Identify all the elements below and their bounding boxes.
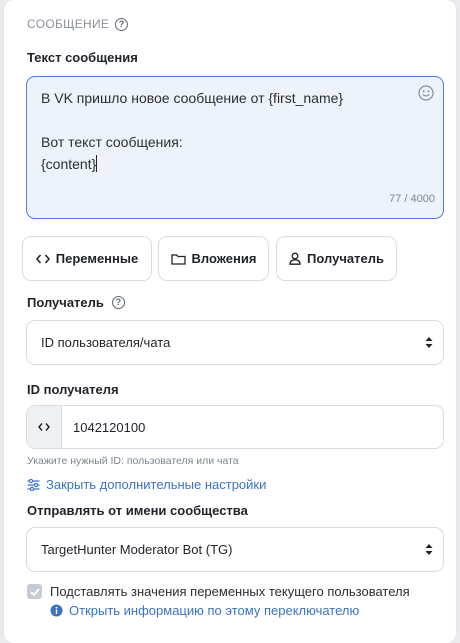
char-counter: 77 / 4000 (389, 193, 435, 205)
select-arrows-icon (425, 544, 433, 555)
sender-label: Отправлять от имени сообщества (27, 503, 248, 518)
message-text: В VK пришло новое сообщение от {first_na… (41, 90, 344, 172)
recipient-button[interactable]: Получатель (276, 236, 397, 281)
help-icon[interactable]: ? (115, 17, 129, 31)
attachments-button-label: Вложения (191, 251, 257, 266)
info-icon (50, 604, 63, 617)
substitute-checkbox[interactable] (27, 584, 42, 599)
variables-button[interactable]: Переменные (22, 236, 152, 281)
switch-info-link[interactable]: Открыть информацию по этому переключател… (50, 603, 359, 618)
recipient-id-field[interactable]: 1042120100 (26, 405, 444, 449)
code-icon (35, 254, 50, 263)
advanced-settings-link[interactable]: Закрыть дополнительные настройки (27, 477, 266, 492)
settings-sliders-icon (27, 478, 40, 491)
message-settings-panel: СООБЩЕНИЕ ? Текст сообщения В VK пришло … (4, 0, 456, 643)
variable-insert-icon[interactable] (27, 406, 62, 448)
message-textarea[interactable]: В VK пришло новое сообщение от {first_na… (26, 76, 444, 219)
checkmark-icon (29, 587, 40, 596)
recipient-label: Получатель (27, 295, 104, 310)
help-icon[interactable]: ? (111, 296, 125, 309)
advanced-settings-link-label: Закрыть дополнительные настройки (46, 477, 267, 492)
recipient-id-label: ID получателя (27, 382, 119, 397)
section-header: СООБЩЕНИЕ ? (27, 17, 129, 31)
folder-icon (170, 253, 186, 265)
substitute-label: Подставлять значения переменных текущего… (50, 584, 410, 599)
select-arrows-icon (425, 337, 433, 348)
attachments-button[interactable]: Вложения (158, 236, 269, 281)
recipient-id-hint: Укажите нужный ID: пользователя или чата (27, 455, 239, 467)
user-icon (289, 252, 301, 265)
section-title: СООБЩЕНИЕ (27, 17, 110, 31)
recipient-button-label: Получатель (307, 251, 384, 266)
recipient-select-value: ID пользователя/чата (41, 335, 171, 350)
switch-info-link-label: Открыть информацию по этому переключател… (69, 603, 360, 618)
emoji-icon[interactable] (418, 85, 434, 101)
variables-button-label: Переменные (55, 251, 139, 266)
sender-select[interactable]: TargetHunter Moderator Bot (TG) (26, 527, 444, 572)
recipient-label-row: Получатель ? (27, 295, 125, 310)
message-text-label: Текст сообщения (27, 50, 138, 65)
sender-select-value: TargetHunter Moderator Bot (TG) (41, 542, 233, 557)
recipient-id-value: 1042120100 (73, 419, 146, 435)
recipient-select[interactable]: ID пользователя/чата (26, 320, 444, 365)
text-caret (96, 155, 98, 172)
